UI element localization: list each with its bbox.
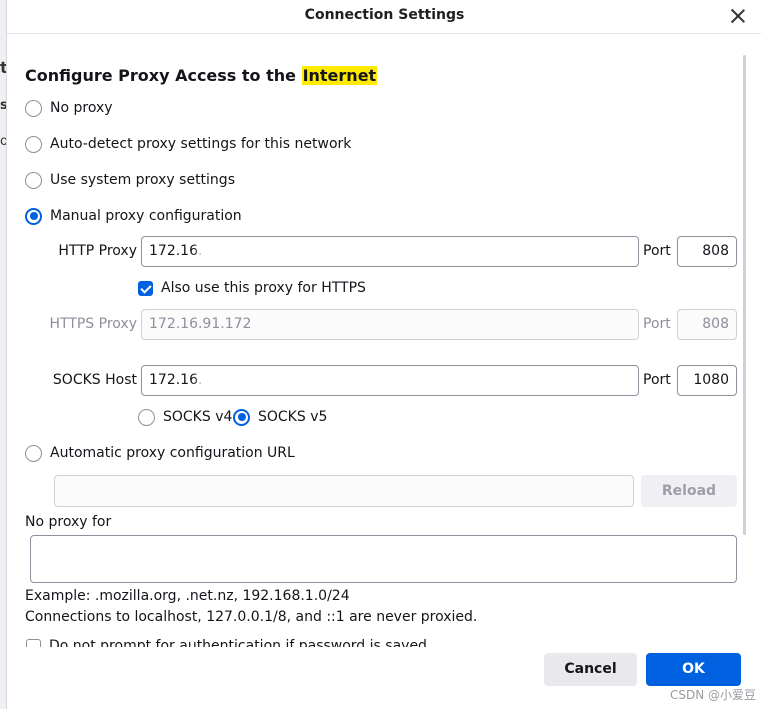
also-https-checkbox-row[interactable]: Also use this proxy for HTTPS xyxy=(138,277,366,299)
radio-socks-v4[interactable]: SOCKS v4 xyxy=(138,406,232,428)
http-port-input[interactable]: 808 xyxy=(677,236,737,267)
socks-host-input[interactable]: 172.16. xyxy=(141,365,639,396)
radio-icon[interactable] xyxy=(25,444,42,462)
section-heading: Configure Proxy Access to the Internet xyxy=(25,66,378,85)
heading-highlight: Internet xyxy=(301,66,378,85)
http-proxy-input[interactable]: 172.16. xyxy=(141,236,639,267)
radio-no-proxy[interactable]: No proxy xyxy=(25,97,113,119)
cancel-button[interactable]: Cancel xyxy=(544,653,637,686)
watermark-text: CSDN @小爱豆 xyxy=(669,688,756,702)
https-port-input: 808 xyxy=(677,309,737,340)
radio-icon[interactable] xyxy=(25,171,42,189)
socks-port-label: Port xyxy=(643,372,671,388)
radio-label: Manual proxy configuration xyxy=(50,208,242,224)
auth-prompt-label: Do not prompt for authentication if pass… xyxy=(49,638,427,647)
https-port-label: Port xyxy=(643,316,671,332)
also-https-label: Also use this proxy for HTTPS xyxy=(161,280,366,296)
redaction-blur xyxy=(198,370,258,392)
http-proxy-value: 172.16. xyxy=(149,243,203,259)
https-proxy-input: 172.16.91.172 xyxy=(141,309,639,340)
radio-socks-v5[interactable]: SOCKS v5 xyxy=(233,406,327,428)
radio-label: Use system proxy settings xyxy=(50,172,235,188)
close-icon[interactable] xyxy=(728,6,748,26)
reload-button: Reload xyxy=(641,475,737,507)
http-proxy-label: HTTP Proxy xyxy=(58,243,137,259)
https-proxy-label: HTTPS Proxy xyxy=(49,316,137,332)
example-note: Example: .mozilla.org, .net.nz, 192.168.… xyxy=(25,588,350,604)
radio-auto-config-url[interactable]: Automatic proxy configuration URL xyxy=(25,442,295,464)
radio-label: SOCKS v4 xyxy=(163,409,233,425)
scrollbar[interactable] xyxy=(743,55,746,535)
radio-manual-proxy[interactable]: Manual proxy configuration xyxy=(25,205,242,227)
redaction-blur xyxy=(198,241,258,263)
http-port-label: Port xyxy=(643,243,671,259)
no-proxy-for-textarea[interactable] xyxy=(30,535,737,583)
radio-label: Automatic proxy configuration URL xyxy=(50,445,295,461)
auth-prompt-checkbox-row[interactable]: Do not prompt for authentication if pass… xyxy=(26,635,427,647)
auto-config-url-input xyxy=(54,475,634,507)
localhost-note: Connections to localhost, 127.0.0.1/8, a… xyxy=(25,609,478,625)
connection-settings-dialog: Connection Settings Configure Proxy Acce… xyxy=(6,0,761,709)
no-proxy-for-label: No proxy for xyxy=(25,514,112,530)
radio-icon[interactable] xyxy=(25,135,42,153)
heading-prefix: Configure Proxy Access to the xyxy=(25,66,302,85)
socks-host-value: 172.16. xyxy=(149,372,203,388)
checkbox-checked-icon[interactable] xyxy=(138,280,153,296)
dialog-footer: Cancel OK CSDN @小爱豆 xyxy=(7,647,761,709)
radio-icon[interactable] xyxy=(138,408,155,426)
dialog-content: Configure Proxy Access to the Internet N… xyxy=(7,35,761,647)
radio-icon[interactable] xyxy=(25,99,42,117)
radio-auto-detect[interactable]: Auto-detect proxy settings for this netw… xyxy=(25,133,351,155)
radio-label: SOCKS v5 xyxy=(258,409,328,425)
radio-selected-icon[interactable] xyxy=(25,207,42,225)
dialog-title: Connection Settings xyxy=(304,7,465,23)
radio-label: No proxy xyxy=(50,100,113,116)
socks-host-label: SOCKS Host xyxy=(52,372,137,388)
socks-port-input[interactable]: 1080 xyxy=(677,365,737,396)
radio-label: Auto-detect proxy settings for this netw… xyxy=(50,136,352,152)
radio-selected-icon[interactable] xyxy=(233,408,250,426)
dialog-titlebar: Connection Settings xyxy=(7,0,761,34)
checkbox-icon[interactable] xyxy=(26,638,41,647)
radio-system-proxy[interactable]: Use system proxy settings xyxy=(25,169,235,191)
ok-button[interactable]: OK xyxy=(646,653,741,686)
